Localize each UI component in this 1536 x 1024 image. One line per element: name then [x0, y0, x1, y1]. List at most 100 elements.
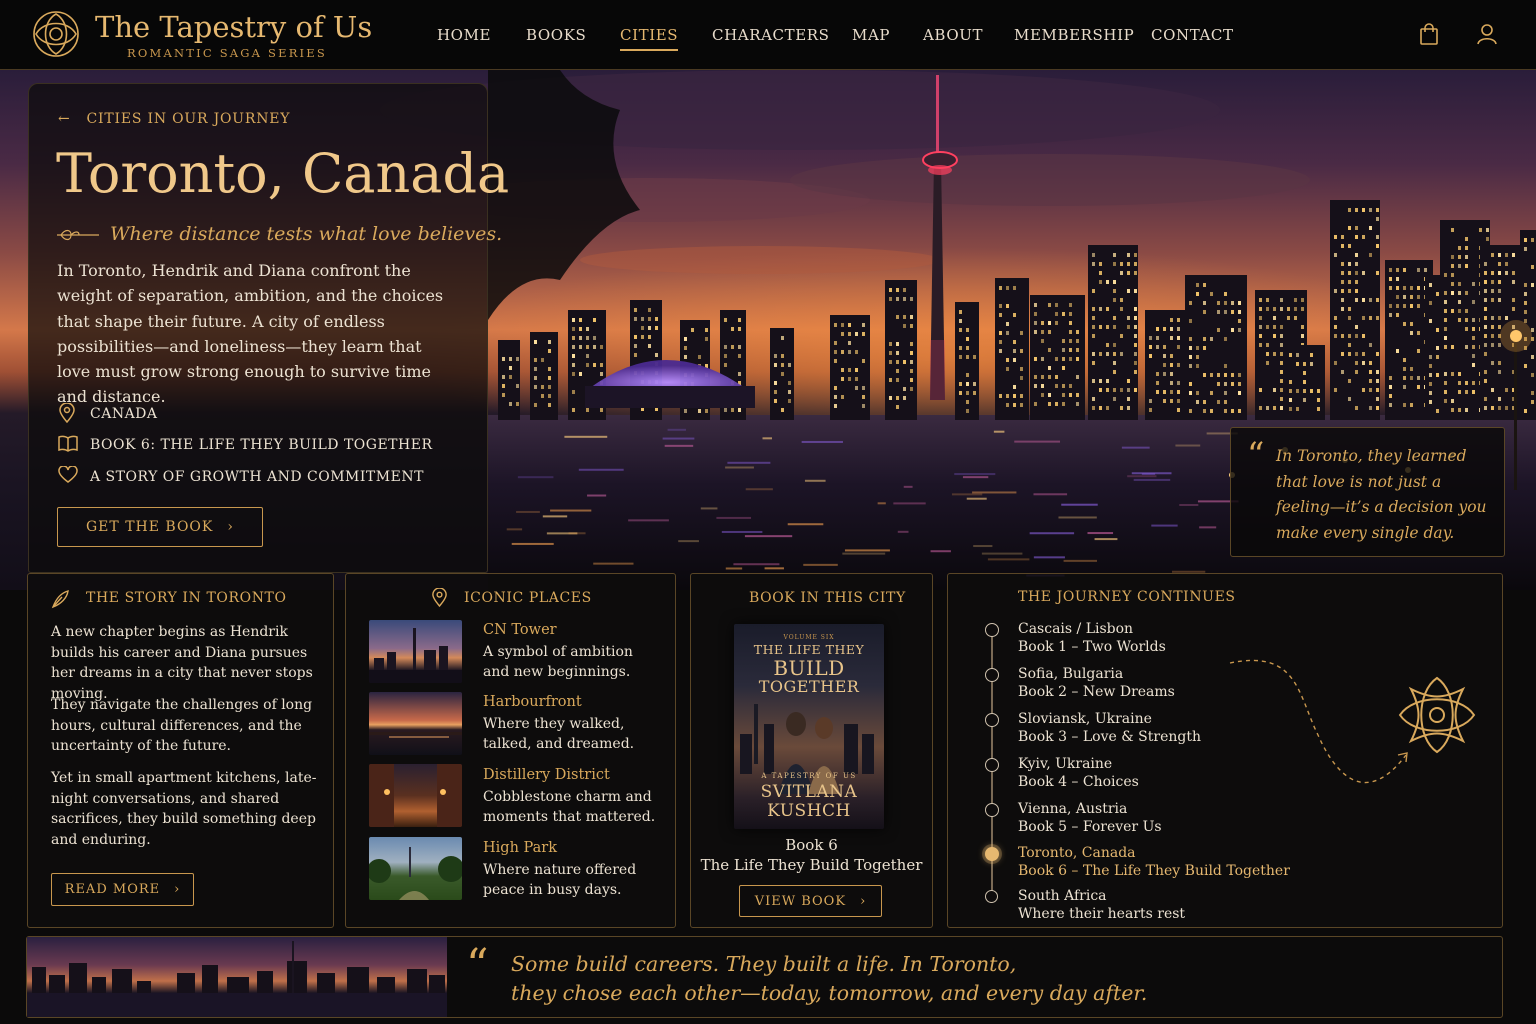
building-window-light — [1210, 409, 1213, 413]
building-window-light — [903, 288, 906, 292]
building-window-light — [1106, 406, 1109, 410]
building-window-light — [1177, 390, 1180, 394]
building-window-light — [1451, 399, 1454, 403]
building-window-light — [862, 359, 865, 363]
building-window-light — [1498, 253, 1501, 257]
building-window-light — [1120, 352, 1123, 356]
timeline-place: South Africa — [1018, 887, 1185, 905]
timeline-dot[interactable] — [985, 623, 999, 637]
building-window-light — [1376, 352, 1379, 356]
nav-books[interactable]: BOOKS — [526, 26, 586, 44]
cn-tower-thumbnail[interactable] — [369, 620, 462, 683]
timeline-dot[interactable] — [985, 847, 999, 861]
building-window-light — [1156, 390, 1159, 394]
building-window-light — [1127, 379, 1130, 383]
timeline-item[interactable]: South Africa Where their hearts rest — [1018, 887, 1185, 923]
timeline-item[interactable]: Cascais / Lisbon Book 1 – Two Worlds — [1018, 620, 1166, 656]
arrow-left-icon: ← — [58, 111, 71, 127]
building-window-light — [1259, 316, 1262, 320]
building-window-light — [1498, 271, 1501, 275]
building-window-light — [1289, 398, 1292, 402]
nav-map[interactable]: MAP — [852, 26, 890, 44]
nav-home[interactable]: HOME — [437, 26, 491, 44]
building-window-light — [1177, 336, 1180, 340]
timeline-item[interactable]: Sloviansk, Ukraine Book 3 – Love & Streng… — [1018, 710, 1201, 746]
high-park-thumbnail[interactable] — [369, 837, 462, 900]
building-window-light — [903, 297, 906, 301]
get-the-book-button[interactable]: GET THE BOOK › — [57, 507, 263, 547]
water-reflection — [1058, 516, 1096, 518]
harbourfront-thumbnail[interactable] — [369, 692, 462, 755]
building-window-light — [1296, 389, 1299, 393]
building-window-light — [1224, 310, 1227, 314]
banner-building — [92, 977, 106, 993]
shopping-bag-icon[interactable] — [1417, 22, 1441, 46]
building-window-light — [1289, 389, 1292, 393]
timeline-item[interactable]: Kyiv, Ukraine Book 4 – Choices — [1018, 755, 1139, 791]
building-window-light — [1217, 301, 1220, 305]
distillery-district-thumbnail[interactable] — [369, 764, 462, 827]
building-window-light — [1479, 228, 1482, 232]
user-icon[interactable] — [1475, 22, 1499, 46]
building-window-light — [1189, 355, 1192, 359]
building-window-light — [1317, 407, 1320, 411]
timeline-dot[interactable] — [985, 890, 998, 903]
nav-contact[interactable]: CONTACT — [1151, 26, 1234, 44]
nav-characters[interactable]: CHARACTERS — [712, 26, 830, 44]
book-cover[interactable]: VOLUME SIX THE LIFE THEY BUILD TOGETHER … — [734, 624, 884, 829]
building-window-light — [1334, 289, 1337, 293]
building-window-light — [1092, 316, 1095, 320]
building-window-light — [1348, 397, 1351, 401]
building-window-light — [889, 342, 892, 346]
place-name-high-park[interactable]: High Park — [483, 840, 557, 856]
nav-about[interactable]: ABOUT — [923, 26, 983, 44]
timeline-dot[interactable] — [985, 803, 999, 817]
place-name-harbourfront[interactable]: Harbourfront — [483, 694, 582, 710]
building-window-light — [1149, 336, 1152, 340]
breadcrumb[interactable]: ← CITIES IN OUR JOURNEY — [58, 111, 290, 127]
building-window-light — [1484, 316, 1487, 320]
place-name-distillery-district[interactable]: Distillery District — [483, 767, 610, 783]
timeline-dot[interactable] — [985, 668, 999, 682]
building-window-light — [1498, 289, 1501, 293]
read-more-button[interactable]: READ MORE › — [51, 873, 194, 906]
building-window-light — [1348, 226, 1351, 230]
timeline-dot[interactable] — [985, 713, 999, 727]
view-book-label: VIEW BOOK — [755, 894, 846, 909]
building-window-light — [1348, 316, 1351, 320]
place-name-cn-tower[interactable]: CN Tower — [483, 622, 557, 638]
building-window-light — [593, 345, 596, 349]
building-window-light — [966, 328, 969, 332]
brand-title[interactable]: The Tapestry of Us — [95, 10, 372, 44]
building-window-light — [1505, 406, 1508, 410]
building-window-light — [910, 315, 913, 319]
building-window-light — [1113, 289, 1116, 293]
water-reflection — [716, 517, 751, 519]
building-window-light — [1491, 325, 1494, 329]
building-window-light — [1273, 352, 1276, 356]
view-book-button[interactable]: VIEW BOOK › — [739, 885, 882, 917]
building-window-light — [1266, 406, 1269, 410]
timeline-item[interactable]: Sofia, Bulgaria Book 2 – New Dreams — [1018, 665, 1175, 701]
skyline-building — [1330, 200, 1380, 420]
building-window-light — [1376, 370, 1379, 374]
timeline-item[interactable]: Toronto, Canada Book 6 – The Life They Bu… — [1018, 844, 1290, 880]
timeline-item[interactable]: Vienna, Austria Book 5 – Forever Us — [1018, 800, 1162, 836]
building-window-light — [1163, 372, 1166, 376]
building-window-light — [1149, 345, 1152, 349]
building-window-light — [1203, 310, 1206, 314]
water-reflection — [963, 476, 988, 478]
celtic-knot-logo-icon[interactable] — [30, 8, 82, 60]
skyline-banner-image — [27, 937, 447, 1017]
building-window-light — [586, 408, 589, 412]
building-window-light — [655, 326, 658, 330]
building-window-light — [1092, 307, 1095, 311]
building-window-light — [579, 318, 582, 322]
nav-cities[interactable]: CITIES — [620, 26, 678, 44]
building-window-light — [903, 315, 906, 319]
building-window-light — [1498, 343, 1501, 347]
nav-membership[interactable]: MEMBERSHIP — [1014, 26, 1134, 44]
building-window-light — [1224, 400, 1227, 404]
timeline-dot[interactable] — [985, 758, 999, 772]
building-window-light — [848, 350, 851, 354]
